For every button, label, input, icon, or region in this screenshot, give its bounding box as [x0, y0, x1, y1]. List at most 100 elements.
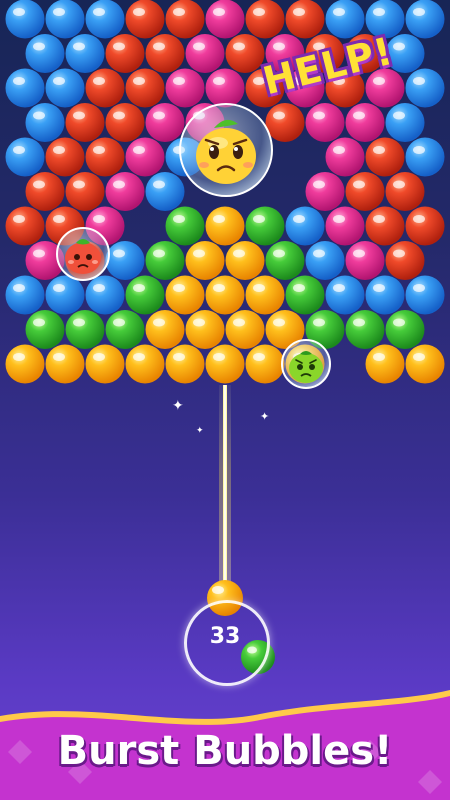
bubble-green[interactable]	[125, 275, 165, 315]
bubble-red[interactable]	[225, 34, 265, 73]
bubble-blue[interactable]	[325, 275, 365, 315]
bubble-blue[interactable]	[285, 206, 325, 246]
bubble-blue[interactable]	[45, 0, 85, 39]
banner-title: Burst Bubbles!	[57, 728, 393, 774]
bubble-blue[interactable]	[65, 34, 105, 73]
bubble-magenta[interactable]	[145, 103, 185, 142]
bubble-red[interactable]	[145, 34, 185, 73]
bubble-orange[interactable]	[165, 275, 205, 315]
bubble-red[interactable]	[105, 103, 145, 142]
bubble-orange[interactable]	[365, 344, 405, 384]
bubble-blue[interactable]	[305, 241, 345, 280]
bubble-blue[interactable]	[405, 68, 445, 108]
bubble-blue[interactable]	[85, 275, 125, 315]
bubble-magenta[interactable]	[305, 172, 345, 211]
bubble-orange[interactable]	[85, 344, 125, 384]
bubble-orange[interactable]	[225, 241, 265, 280]
bubble-red[interactable]	[45, 137, 85, 177]
bubble-blue[interactable]	[25, 34, 65, 73]
bubble-blue[interactable]	[45, 68, 85, 108]
bubble-blue[interactable]	[5, 0, 45, 39]
bubble-orange[interactable]	[245, 344, 285, 384]
bubble-orange[interactable]	[125, 344, 165, 384]
bubble-red[interactable]	[65, 172, 105, 211]
bubble-orange[interactable]	[5, 344, 45, 384]
bubble-red[interactable]	[385, 172, 425, 211]
bubble-green[interactable]	[245, 206, 285, 246]
bubble-red[interactable]	[345, 172, 385, 211]
sparkle-icon: ✦	[196, 426, 204, 436]
bubble-blue[interactable]	[45, 275, 85, 315]
bubble-red[interactable]	[85, 68, 125, 108]
bubble-green[interactable]	[285, 275, 325, 315]
bubble-orange[interactable]	[205, 206, 245, 246]
eye-icon	[209, 145, 219, 159]
bubble-orange[interactable]	[245, 275, 285, 315]
bubble-blue[interactable]	[85, 0, 125, 39]
bubble-red[interactable]	[125, 68, 165, 108]
bubble-magenta[interactable]	[125, 137, 165, 177]
bubble-magenta[interactable]	[305, 103, 345, 142]
trapped-fruit-green[interactable]	[281, 339, 331, 389]
sparkle-icon: ✦	[172, 398, 184, 414]
bubble-green[interactable]	[105, 310, 145, 349]
bubble-red[interactable]	[245, 0, 285, 39]
bubble-green[interactable]	[145, 241, 185, 280]
bubble-magenta[interactable]	[165, 68, 205, 108]
bubble-magenta[interactable]	[345, 241, 385, 280]
bubble-magenta[interactable]	[325, 137, 365, 177]
bubble-red[interactable]	[85, 137, 125, 177]
bubble-magenta[interactable]	[185, 34, 225, 73]
bubble-orange[interactable]	[145, 310, 185, 349]
bubble-orange[interactable]	[45, 344, 85, 384]
bubble-magenta[interactable]	[205, 0, 245, 39]
bubble-blue[interactable]	[105, 241, 145, 280]
eye-icon	[233, 145, 243, 159]
bubble-orange[interactable]	[225, 310, 265, 349]
bubble-red[interactable]	[165, 0, 205, 39]
bubble-blue[interactable]	[5, 137, 45, 177]
bubble-red[interactable]	[5, 206, 45, 246]
bubble-red[interactable]	[405, 206, 445, 246]
bubble-red[interactable]	[105, 34, 145, 73]
bubble-blue[interactable]	[5, 275, 45, 315]
trapped-fruit-red[interactable]	[56, 227, 110, 281]
bubble-magenta[interactable]	[205, 68, 245, 108]
bubble-orange[interactable]	[405, 344, 445, 384]
bubble-blue[interactable]	[145, 172, 185, 211]
bubble-red[interactable]	[25, 172, 65, 211]
bubble-blue[interactable]	[405, 275, 445, 315]
bubble-blue[interactable]	[25, 103, 65, 142]
bubble-red[interactable]	[125, 0, 165, 39]
bubble-orange[interactable]	[185, 241, 225, 280]
trapped-fruit-orange[interactable]	[179, 103, 273, 197]
bubble-green[interactable]	[165, 206, 205, 246]
bubble-blue[interactable]	[405, 137, 445, 177]
bubble-magenta[interactable]	[345, 103, 385, 142]
bubble-red[interactable]	[365, 206, 405, 246]
bubble-red[interactable]	[65, 103, 105, 142]
aim-line	[219, 385, 231, 600]
bubble-magenta[interactable]	[105, 172, 145, 211]
bubble-orange[interactable]	[165, 344, 205, 384]
bubble-green[interactable]	[345, 310, 385, 349]
bubble-green[interactable]	[265, 241, 305, 280]
game-screen: HELP! ✦ ✦ ✦ 33 Burst Bubbles!	[0, 0, 450, 800]
bubble-green[interactable]	[65, 310, 105, 349]
bubble-orange[interactable]	[205, 344, 245, 384]
bubble-orange[interactable]	[205, 275, 245, 315]
bubble-blue[interactable]	[405, 0, 445, 39]
bubble-red[interactable]	[365, 137, 405, 177]
bubble-green[interactable]	[25, 310, 65, 349]
bubble-orange[interactable]	[185, 310, 225, 349]
sparkle-icon: ✦	[260, 410, 270, 423]
bubble-green[interactable]	[385, 310, 425, 349]
bubble-blue[interactable]	[385, 103, 425, 142]
bubble-red[interactable]	[265, 103, 305, 142]
bubble-magenta[interactable]	[325, 206, 365, 246]
bubble-red[interactable]	[285, 0, 325, 39]
bubble-red[interactable]	[385, 241, 425, 280]
bubble-blue[interactable]	[5, 68, 45, 108]
bubble-blue[interactable]	[365, 275, 405, 315]
bubble-blue[interactable]	[325, 0, 365, 39]
